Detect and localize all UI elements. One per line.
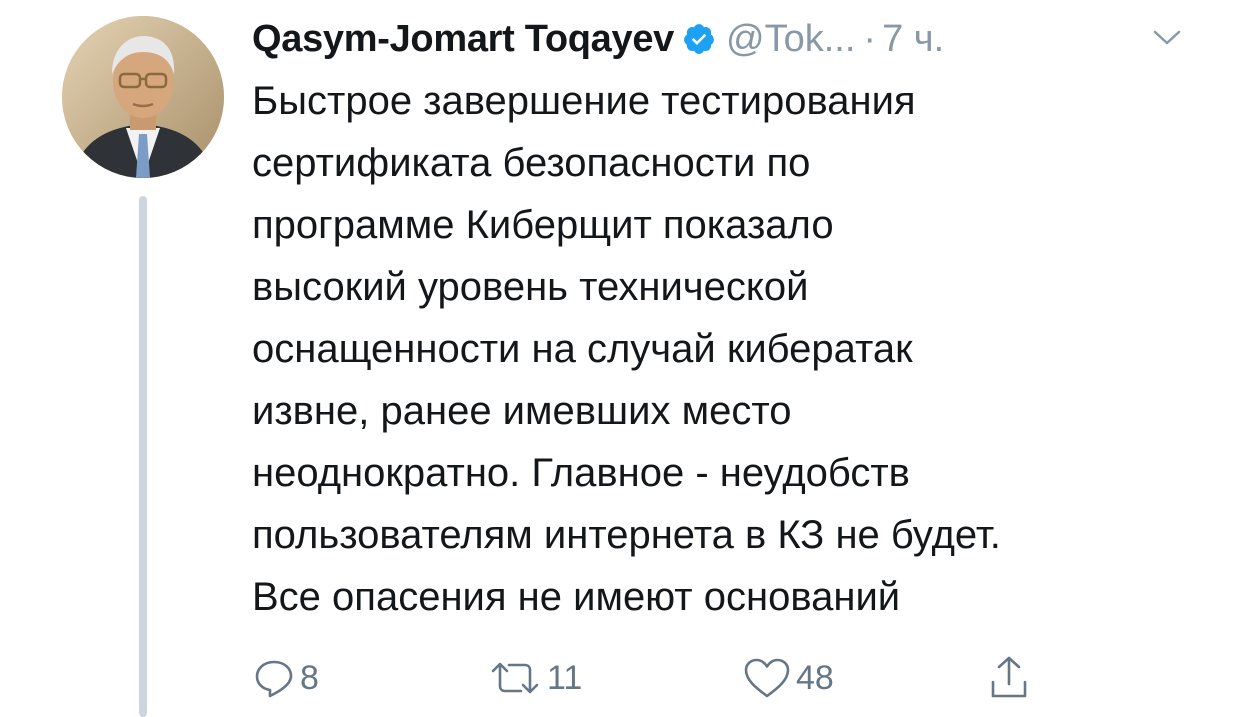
tweet-text-line: извне, ранее имевших место	[252, 389, 792, 433]
tweet-text-line: неоднократно. Главное - неудобств	[252, 451, 910, 495]
chevron-down-icon[interactable]	[1152, 28, 1182, 48]
tweet-text-line: сертификата безопасности по	[252, 141, 811, 185]
retweet-button[interactable]: 11	[487, 650, 582, 706]
like-count: 48	[796, 658, 834, 697]
share-button[interactable]	[987, 650, 1031, 706]
thread-line	[139, 196, 147, 717]
tweet-header: Qasym-Jomart Toqayev @Tok... · 7 ч.	[252, 14, 944, 64]
heart-icon	[744, 658, 790, 698]
verified-badge-icon	[682, 22, 716, 56]
like-button[interactable]: 48	[742, 650, 834, 706]
tweet-text-line: программе Киберщит показало	[252, 203, 834, 247]
retweet-icon	[491, 662, 539, 694]
tweet-text-line: оснащенности на случай кибератак	[252, 327, 913, 371]
tweet-text-line: Быстрое завершение тестирования	[252, 79, 916, 123]
tweet-text-line: пользователям интернета в КЗ не будет.	[252, 513, 1001, 557]
reply-count: 8	[300, 658, 319, 697]
tweet-timestamp[interactable]: 7 ч.	[882, 18, 944, 61]
tweet-text-line: Все опасения не имеют оснований	[252, 575, 901, 619]
avatar[interactable]	[62, 16, 224, 178]
tweet-text-line: высокий уровень технической	[252, 265, 809, 309]
avatar-photo	[62, 16, 224, 178]
reply-button[interactable]: 8	[252, 650, 319, 706]
share-icon	[991, 656, 1027, 698]
tweet-actions: 8 11 48	[252, 650, 1052, 706]
reply-icon	[255, 660, 293, 698]
header-separator: ·	[863, 17, 877, 60]
author-display-name[interactable]: Qasym-Jomart Toqayev	[252, 18, 674, 61]
tweet-text: Быстрое завершение тестирования сертифик…	[252, 70, 1212, 628]
retweet-count: 11	[547, 658, 583, 697]
tweet[interactable]: Qasym-Jomart Toqayev @Tok... · 7 ч. Быст…	[0, 0, 1242, 717]
author-handle[interactable]: @Tok...	[726, 18, 855, 61]
